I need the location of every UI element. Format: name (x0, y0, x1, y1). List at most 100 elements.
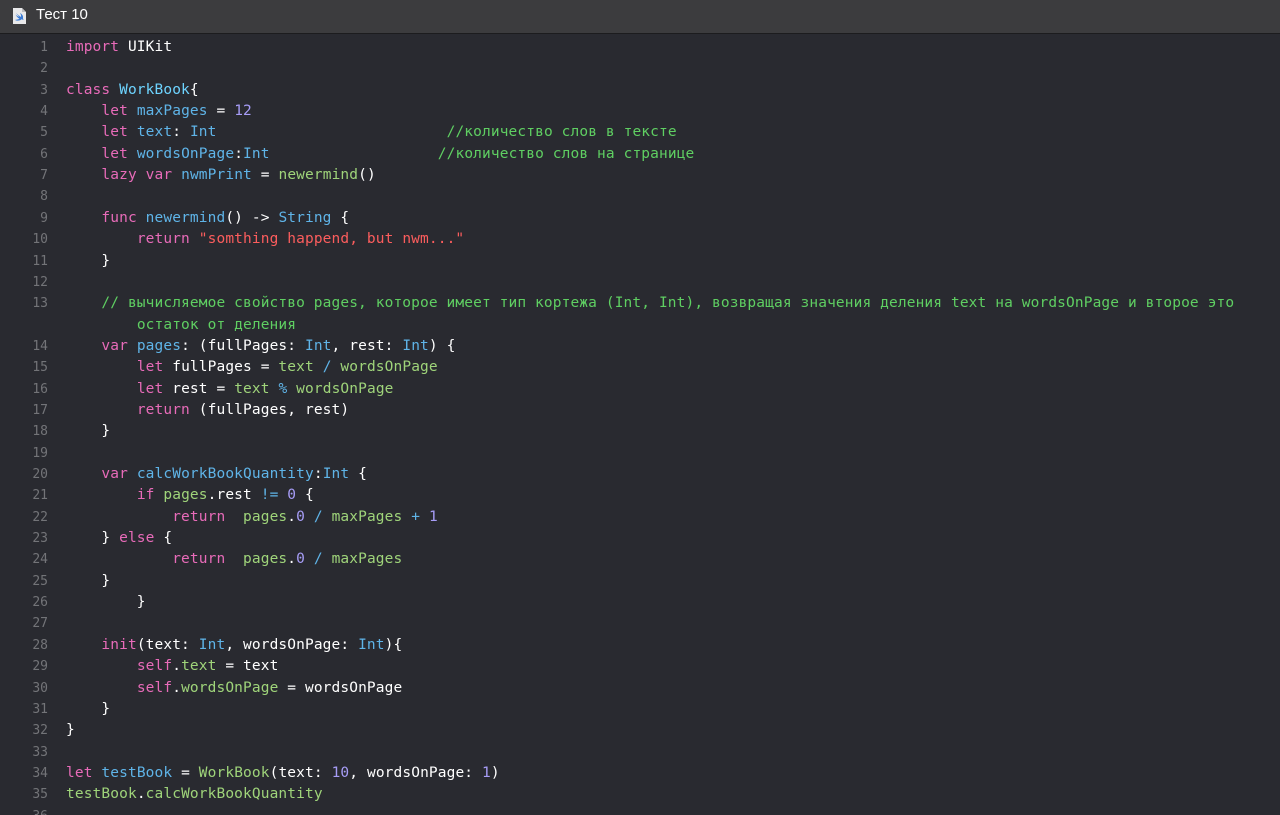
line-code[interactable]: self.wordsOnPage = wordsOnPage (66, 678, 402, 699)
code-token: Int (189, 124, 217, 141)
line-number: 33 (32, 744, 48, 760)
code-line[interactable]: 20 var calcWorkBookQuantity:Int { (0, 464, 1280, 485)
code-line[interactable]: 8 (0, 186, 1280, 207)
line-code[interactable]: return pages.0 / maxPages + 1 (66, 507, 438, 528)
code-line[interactable]: 31 } (0, 699, 1280, 720)
line-code[interactable]: import UIKit (66, 37, 172, 58)
line-code[interactable]: let text: Int //количество слов в тексте (66, 122, 677, 143)
code-token: ) { (428, 337, 456, 354)
line-number: 22 (32, 509, 48, 525)
code-line[interactable]: 7 lazy var nwmPrint = newermind() (0, 165, 1280, 186)
code-line[interactable]: 24 return pages.0 / maxPages (0, 549, 1280, 570)
line-code[interactable]: var calcWorkBookQuantity:Int { (66, 464, 367, 485)
line-code[interactable]: } else { (66, 528, 172, 549)
code-line[interactable]: остаток от деления (0, 315, 1280, 336)
code-line[interactable]: 10 return "somthing happend, but nwm..." (0, 229, 1280, 250)
code-line[interactable]: 25 } (0, 571, 1280, 592)
code-line[interactable]: 12 (0, 272, 1280, 293)
code-token: String (278, 209, 332, 226)
line-code[interactable]: // вычисляемое свойство pages, которое и… (66, 293, 1234, 314)
line-code[interactable]: остаток от деления (66, 315, 296, 336)
line-code[interactable]: } (66, 592, 146, 613)
code-line[interactable]: 17 return (fullPages, rest) (0, 400, 1280, 421)
code-line[interactable]: 3 class WorkBook{ (0, 80, 1280, 101)
file-title[interactable]: Тест 10 (36, 6, 88, 24)
code-line[interactable]: 21 if pages.rest != 0 { (0, 485, 1280, 506)
line-code[interactable]: return "somthing happend, but nwm..." (66, 229, 464, 250)
code-line[interactable]: 29 self.text = text (0, 656, 1280, 677)
code-line[interactable]: 14 var pages: (fullPages: Int, rest: Int… (0, 336, 1280, 357)
code-line[interactable]: 35 testBook.calcWorkBookQuantity (0, 784, 1280, 805)
code-line[interactable]: 19 (0, 443, 1280, 464)
code-line[interactable]: 4 let maxPages = 12 (0, 101, 1280, 122)
line-number: 14 (32, 338, 48, 354)
code-line[interactable]: 32} (0, 720, 1280, 741)
code-token: var (101, 466, 128, 482)
code-line[interactable]: 11 } (0, 251, 1280, 272)
code-token: //количество слов на странице (437, 145, 695, 162)
code-token: .rest (207, 487, 261, 504)
line-number: 35 (32, 787, 48, 803)
code-line[interactable]: 18 } (0, 421, 1280, 442)
code-line[interactable]: 34 let testBook = WorkBook(text: 10, word… (0, 763, 1280, 784)
code-line[interactable]: 9 func newermind() -> String { (0, 208, 1280, 229)
code-line[interactable]: 26 } (0, 592, 1280, 613)
code-line[interactable]: 36 (0, 806, 1280, 815)
line-code[interactable]: if pages.rest != 0 { (66, 485, 314, 506)
line-code[interactable]: class WorkBook{ (66, 80, 199, 101)
code-line[interactable]: 5 let text: Int //количество слов в текс… (0, 122, 1280, 143)
code-token: let (101, 145, 128, 162)
code-line[interactable]: 13 // вычисляемое свойство pages, которо… (0, 293, 1280, 314)
line-code[interactable]: let maxPages = 12 (66, 101, 252, 122)
line-code[interactable]: } (66, 571, 110, 592)
code-line[interactable]: 16 let rest = text % wordsOnPage (0, 379, 1280, 400)
code-token: text (278, 359, 314, 376)
line-code[interactable]: } (66, 699, 110, 720)
code-token: pages (136, 337, 182, 354)
line-code[interactable]: let rest = text % wordsOnPage (66, 379, 394, 400)
code-line[interactable]: 33 (0, 742, 1280, 763)
code-token: } (66, 722, 75, 739)
line-code[interactable]: lazy var nwmPrint = newermind() (66, 165, 376, 186)
line-code[interactable]: let testBook = WorkBook(text: 10, wordsO… (66, 763, 500, 784)
code-line[interactable]: 27 (0, 613, 1280, 634)
code-line[interactable]: 1 import UIKit (0, 37, 1280, 58)
code-editor[interactable]: 1 import UIKit 2 3 class WorkBook{4 let maxP… (0, 36, 1280, 815)
line-code[interactable]: } (66, 251, 110, 272)
line-code[interactable]: func newermind() -> String { (66, 208, 349, 229)
code-line[interactable]: 30 self.wordsOnPage = wordsOnPage (0, 678, 1280, 699)
code-line[interactable]: 28 init(text: Int, wordsOnPage: Int){ (0, 635, 1280, 656)
line-number: 19 (32, 445, 48, 461)
code-token: 12 (234, 103, 252, 120)
line-code[interactable]: } (66, 720, 75, 741)
code-line[interactable]: 22 return pages.0 / maxPages + 1 (0, 507, 1280, 528)
line-code[interactable]: return pages.0 / maxPages (66, 549, 402, 570)
code-token: 1 (482, 764, 491, 781)
line-code[interactable]: testBook.calcWorkBookQuantity (66, 784, 323, 805)
line-number: 2 (40, 61, 48, 77)
code-line[interactable]: 15 let fullPages = text / wordsOnPage (0, 357, 1280, 378)
line-code[interactable]: } (66, 421, 110, 442)
line-code[interactable]: var pages: (fullPages: Int, rest: Int) { (66, 336, 455, 357)
line-code[interactable]: let fullPages = text / wordsOnPage (66, 357, 438, 378)
code-line[interactable]: 6 let wordsOnPage:Int //количество слов … (0, 144, 1280, 165)
line-code[interactable]: self.text = text (66, 656, 279, 677)
line-code[interactable]: return (fullPages, rest) (66, 400, 349, 421)
code-line[interactable]: 23 } else { (0, 528, 1280, 549)
editor-tab-bar[interactable]: Тест 10 (0, 0, 1280, 34)
line-number: 4 (40, 104, 48, 120)
code-token: wordsOnPage (136, 145, 235, 162)
code-token: = (172, 764, 199, 781)
line-number: 16 (32, 381, 48, 397)
code-line[interactable]: 2 (0, 58, 1280, 79)
line-code[interactable]: let wordsOnPage:Int //количество слов на… (66, 144, 694, 165)
line-code[interactable]: init(text: Int, wordsOnPage: Int){ (66, 635, 402, 656)
